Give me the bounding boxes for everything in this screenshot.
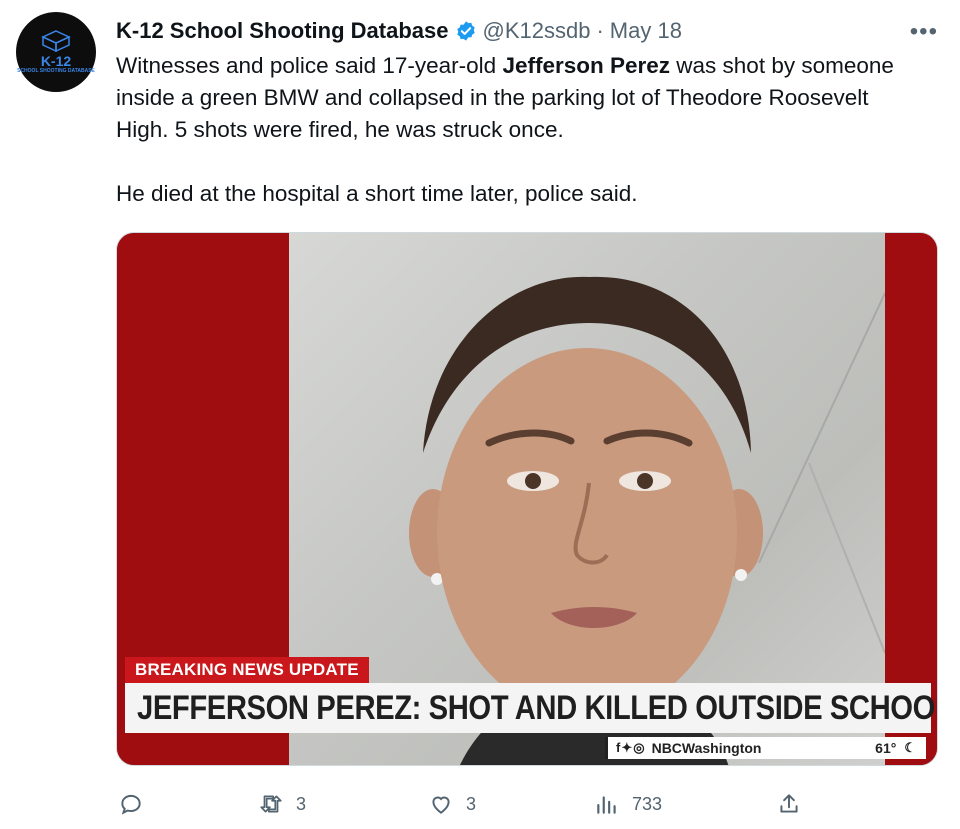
- tweet-header: K-12 School Shooting Database @K12ssdb ·…: [116, 14, 682, 48]
- avatar[interactable]: K-12 SCHOOL SHOOTING DATABASE: [16, 12, 96, 92]
- headline-bar: JEFFERSON PEREZ: SHOT AND KILLED OUTSIDE…: [125, 683, 937, 733]
- reply-icon: [121, 794, 141, 815]
- tweet-paragraph-2: He died at the hospital a short time lat…: [116, 181, 638, 206]
- handle[interactable]: @K12ssdb: [483, 18, 591, 44]
- retweet-icon: [260, 795, 282, 813]
- reply-button[interactable]: [118, 786, 156, 822]
- tweet-actions: 3 3 733: [116, 786, 816, 822]
- like-button[interactable]: 3: [428, 786, 476, 822]
- station-name: NBCWashington: [651, 740, 762, 756]
- share-button[interactable]: [776, 786, 802, 822]
- temperature: 61°: [875, 740, 897, 756]
- views-button[interactable]: 733: [594, 786, 662, 822]
- avatar-logo-subtext: SCHOOL SHOOTING DATABASE: [17, 68, 95, 74]
- views-icon: [597, 796, 616, 814]
- social-icons: f✦◎: [616, 740, 646, 755]
- media-image[interactable]: BREAKING NEWS UPDATE JEFFERSON PEREZ: SH…: [116, 232, 938, 766]
- tweet-paragraph-1: Witnesses and police said 17-year-old Je…: [116, 50, 916, 146]
- avatar-logo-text: K-12: [40, 53, 72, 69]
- like-count: 3: [466, 793, 477, 814]
- display-name[interactable]: K-12 School Shooting Database: [116, 18, 449, 44]
- retweet-count: 3: [296, 793, 307, 814]
- tweet-bold-name: Jefferson Perez: [502, 53, 671, 78]
- share-icon: [780, 794, 798, 813]
- views-count: 733: [632, 793, 663, 814]
- separator-dot: ·: [596, 18, 604, 43]
- more-options-icon[interactable]: •••: [910, 18, 938, 46]
- breaking-news-label: BREAKING NEWS UPDATE: [125, 657, 369, 683]
- verified-badge-icon: [455, 20, 477, 42]
- timestamp[interactable]: May 18: [610, 18, 682, 44]
- moon-cloud-icon: ☾: [904, 740, 916, 755]
- tweet-text: Witnesses and police said 17-year-old Je…: [116, 50, 916, 210]
- cube-logo-icon: [41, 30, 71, 52]
- retweet-button[interactable]: 3: [258, 786, 306, 822]
- tweet-text-part: Witnesses and police said 17-year-old: [116, 53, 503, 78]
- news-ticker: f✦◎ NBCWashington 61° ☾: [605, 737, 926, 759]
- news-headline: JEFFERSON PEREZ: SHOT AND KILLED OUTSIDE…: [137, 688, 938, 727]
- heart-icon: [432, 796, 450, 814]
